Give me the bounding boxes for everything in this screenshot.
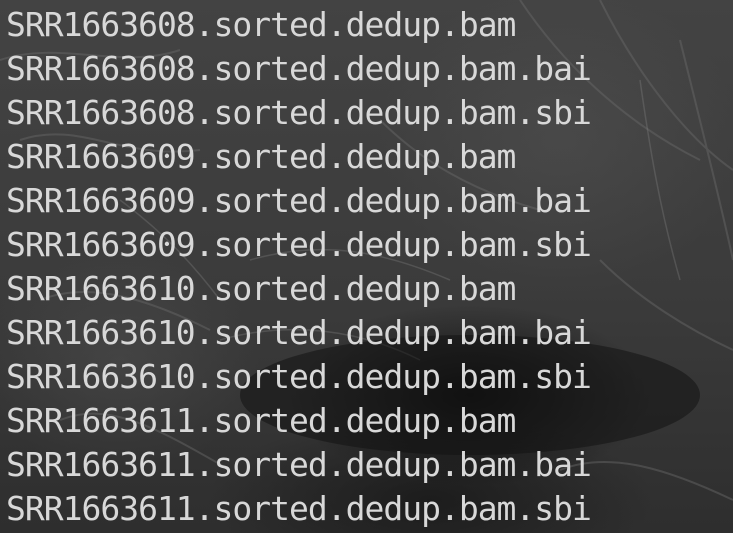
- terminal-window[interactable]: SRR1663608.sorted.dedup.bam SRR1663608.s…: [0, 0, 733, 533]
- file-entry: SRR1663609.sorted.dedup.bam: [6, 137, 516, 176]
- file-entry: SRR1663609.sorted.dedup.bam.bai: [6, 181, 592, 220]
- file-entry: SRR1663611.sorted.dedup.bam.sbi: [6, 489, 592, 528]
- file-entry: SRR1663610.sorted.dedup.bam: [6, 269, 516, 308]
- file-entry: SRR1663611.sorted.dedup.bam: [6, 401, 516, 440]
- file-entry: SRR1663611.sorted.dedup.bam.bai: [6, 445, 592, 484]
- file-entry: SRR1663608.sorted.dedup.bam.bai: [6, 49, 592, 88]
- file-list: SRR1663608.sorted.dedup.bam SRR1663608.s…: [6, 3, 592, 531]
- file-entry: SRR1663609.sorted.dedup.bam.sbi: [6, 225, 592, 264]
- file-entry: SRR1663610.sorted.dedup.bam.bai: [6, 313, 592, 352]
- file-entry: SRR1663608.sorted.dedup.bam: [6, 5, 516, 44]
- file-entry: SRR1663610.sorted.dedup.bam.sbi: [6, 357, 592, 396]
- file-entry: SRR1663608.sorted.dedup.bam.sbi: [6, 93, 592, 132]
